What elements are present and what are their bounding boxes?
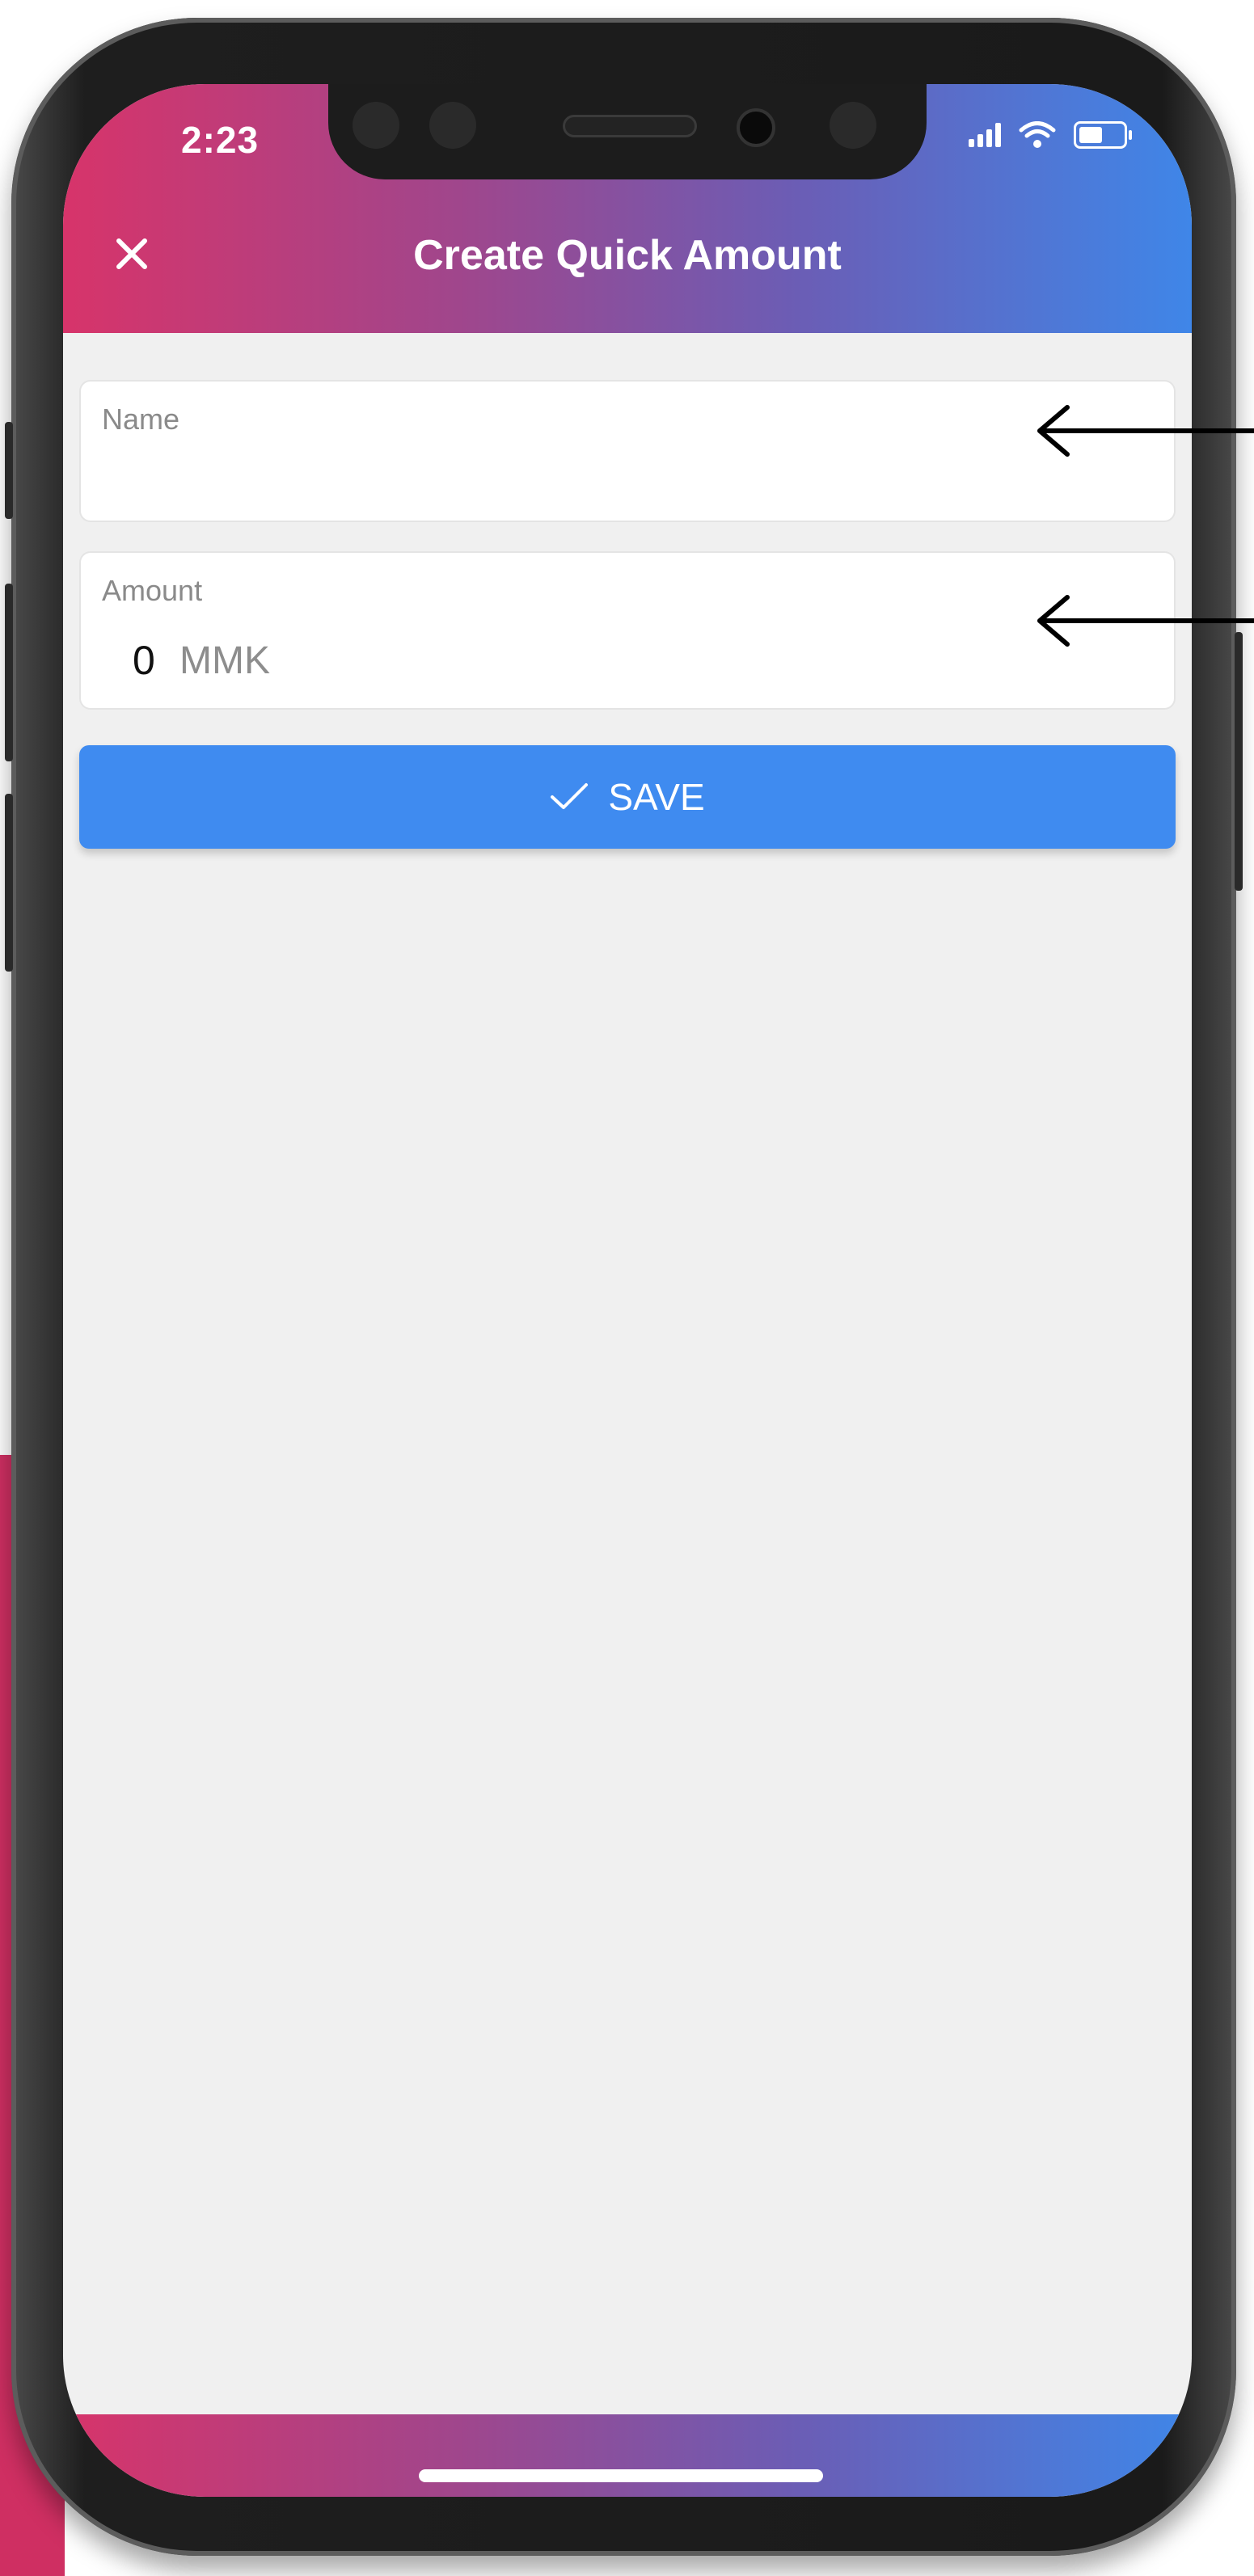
save-button[interactable]: SAVE (79, 745, 1176, 849)
wifi-icon (1019, 121, 1056, 148)
battery-icon (1074, 121, 1132, 149)
phone-frame: 2:23 Create Quick Amount Name Amount 0 M… (5, 18, 1243, 2556)
name-field-label: Name (102, 403, 180, 436)
save-button-label: SAVE (608, 776, 705, 818)
side-button (5, 422, 13, 519)
front-camera (737, 108, 775, 147)
amount-field-value: 0 (133, 638, 155, 683)
name-field[interactable]: Name (79, 380, 1176, 522)
amount-unit-label: MMK (179, 639, 270, 682)
side-button (5, 584, 13, 761)
side-button (5, 794, 13, 972)
amount-field-label: Amount (102, 574, 203, 607)
signal-icon (969, 123, 1001, 147)
bottom-bar (63, 2414, 1192, 2497)
annotation-arrow-icon (1037, 405, 1254, 457)
status-icons (969, 121, 1132, 149)
sensor-dot (353, 102, 399, 149)
speaker-grille (563, 115, 697, 137)
amount-field[interactable]: Amount 0 MMK (79, 551, 1176, 710)
app-header: 2:23 Create Quick Amount (63, 84, 1192, 333)
status-time: 2:23 (181, 119, 260, 161)
annotation-arrow-icon (1037, 595, 1254, 647)
camera-notch (328, 84, 927, 179)
home-indicator[interactable] (419, 2469, 823, 2482)
check-icon (551, 783, 589, 809)
sensor-dot (429, 102, 476, 149)
sensor-dot (830, 102, 876, 149)
side-button (1235, 632, 1243, 891)
page-title: Create Quick Amount (413, 232, 842, 279)
app-screen: 2:23 Create Quick Amount Name Amount 0 M… (63, 84, 1192, 2497)
